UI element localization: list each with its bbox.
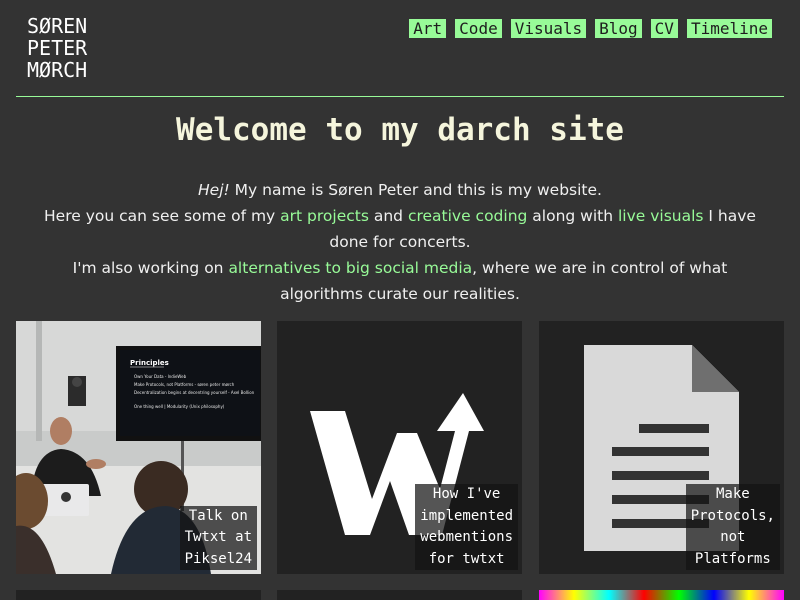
caption-line: Twtxt at <box>184 529 252 545</box>
caption-line: implemented <box>420 507 513 524</box>
intro-text-segment: My name is Søren Peter and this is my we… <box>229 181 602 199</box>
intro-text-segment: I'm also working on <box>72 259 229 277</box>
card-caption: Talk on Twtxt at Piksel24 <box>179 505 257 570</box>
nav-link-art[interactable]: Art <box>409 19 447 38</box>
logo-line: SØREN <box>27 14 88 38</box>
creative-coding-link[interactable]: creative coding <box>408 207 527 225</box>
card-caption: Make Protocols, not Platforms <box>685 484 780 570</box>
logo-line: MØRCH <box>27 58 88 82</box>
nav-link-blog[interactable]: Blog <box>595 19 642 38</box>
caption-line: not <box>720 529 746 545</box>
site-logo[interactable]: SØREN PETER MØRCH <box>27 15 87 81</box>
social-media-alternatives-link[interactable]: alternatives to big social media <box>228 259 472 277</box>
intro-text-segment: and <box>368 207 408 225</box>
card-next-row[interactable] <box>277 590 522 600</box>
slide-bullet: Make Protocols, not Platforms - søren pe… <box>134 382 235 387</box>
card-protocols-platforms[interactable]: Make Protocols, not Platforms <box>539 321 784 574</box>
caption-line: for twtxt <box>428 550 505 567</box>
header-divider <box>16 96 784 97</box>
card-next-row[interactable] <box>539 590 784 600</box>
logo-line: PETER <box>27 36 88 60</box>
caption-line: Piksel24 <box>184 550 252 567</box>
intro-text-segment: along with <box>527 207 618 225</box>
card-talk-twtxt[interactable]: Principles Own Your Data - IndieWeb Make… <box>16 321 261 574</box>
caption-line: Platforms <box>694 550 771 567</box>
intro-line: I'm also working on alternatives to big … <box>40 255 760 307</box>
greeting: Hej! <box>198 181 230 199</box>
caption-line: Talk on <box>188 507 248 524</box>
nav-link-visuals[interactable]: Visuals <box>510 19 587 38</box>
intro-text: Hej! My name is Søren Peter and this is … <box>40 177 760 307</box>
live-visuals-link[interactable]: live visuals <box>618 207 704 225</box>
intro-line: Hej! My name is Søren Peter and this is … <box>40 177 760 203</box>
page-title: Welcome to my darch site <box>176 112 624 148</box>
slide-bullet: Own Your Data - IndieWeb <box>134 374 187 379</box>
caption-line: How I've <box>432 486 501 502</box>
card-caption: How I've implemented webmentions for twt… <box>415 484 518 570</box>
main-nav: Art Code Visuals Blog CV Timeline <box>409 19 772 38</box>
caption-line: webmentions <box>420 529 513 545</box>
slide-title: Principles <box>130 359 169 367</box>
intro-line: Here you can see some of my art projects… <box>40 203 760 255</box>
slide-bullet: One thing well | Modularity (Unix philos… <box>134 404 225 409</box>
caption-line: Make <box>715 486 750 502</box>
card-webmentions-twtxt[interactable]: How I've implemented webmentions for twt… <box>277 321 522 574</box>
nav-link-code[interactable]: Code <box>455 19 502 38</box>
nav-link-cv[interactable]: CV <box>650 19 678 38</box>
intro-text-segment: Here you can see some of my <box>44 207 281 225</box>
caption-line: Protocols, <box>690 507 775 524</box>
nav-link-timeline[interactable]: Timeline <box>686 19 772 38</box>
art-projects-link[interactable]: art projects <box>280 207 369 225</box>
slide-bullet: Decentralization begins at decentring yo… <box>134 390 255 395</box>
card-next-row[interactable] <box>16 590 261 600</box>
